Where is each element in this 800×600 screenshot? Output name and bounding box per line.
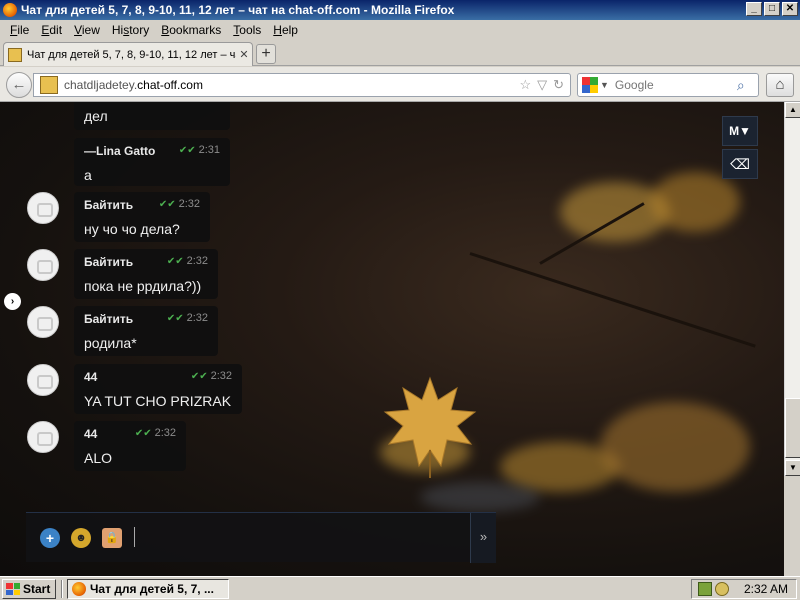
url-dropdown-icon[interactable]: ▽: [537, 77, 547, 93]
private-message-button[interactable]: 🔒: [102, 528, 122, 548]
taskbar-separator: [61, 580, 63, 598]
scroll-thumb[interactable]: [785, 398, 800, 458]
user-avatar[interactable]: [27, 249, 59, 281]
message-time: ✔✔ 2:32: [166, 255, 208, 267]
message-time: ✔✔ 2:32: [190, 370, 232, 382]
minimize-button[interactable]: _: [746, 2, 762, 16]
google-engine-icon[interactable]: [582, 77, 598, 93]
message-text: пока не ррдила?)): [84, 278, 202, 294]
sidebar-toggle-button[interactable]: ›: [4, 293, 21, 310]
page-content: дел —Lina Gatto ✔✔ 2:31 а Байтить ✔✔ 2:32 …: [0, 102, 784, 576]
menu-help[interactable]: Help: [267, 23, 304, 37]
tab-title: Чат для детей 5, 7, 8, 9-10, 11, 12 лет …: [27, 48, 236, 61]
message-text: а: [84, 167, 92, 183]
site-identity-icon[interactable]: [40, 76, 58, 94]
scrollbar-corner: [784, 476, 800, 576]
browser-tab[interactable]: Чат для детей 5, 7, 8, 9-10, 11, 12 лет …: [3, 42, 253, 66]
font-menu-button[interactable]: M▼: [722, 116, 758, 146]
background-bokeh: [420, 482, 540, 512]
engine-dropdown-icon[interactable]: ▼: [600, 80, 609, 90]
menu-edit[interactable]: Edit: [35, 23, 68, 37]
message-bubble: дел: [74, 102, 230, 130]
read-check-icon: ✔✔: [166, 256, 184, 267]
reload-icon[interactable]: ↻: [553, 77, 564, 93]
message-time: ✔✔ 2:31: [178, 144, 220, 156]
background-bokeh: [600, 402, 750, 492]
add-attachment-button[interactable]: +: [40, 528, 60, 548]
url-text[interactable]: chatdljadetey.chat-off.com: [64, 78, 519, 92]
url-bar[interactable]: chatdljadetey.chat-off.com ☆ ▽ ↻: [33, 73, 571, 97]
scroll-up-button[interactable]: ▲: [785, 102, 800, 118]
close-button[interactable]: ✕: [782, 2, 798, 16]
tab-close-icon[interactable]: ✕: [236, 48, 252, 61]
clear-chat-button[interactable]: ⌫: [722, 149, 758, 179]
clock[interactable]: 2:32 AM: [744, 582, 788, 596]
start-label: Start: [23, 582, 51, 596]
start-button[interactable]: Start: [2, 579, 56, 599]
search-bar[interactable]: ▼ ⌕: [577, 73, 759, 97]
firefox-icon: [3, 3, 17, 17]
send-button[interactable]: »: [470, 513, 496, 563]
message-time: ✔✔ 2:32: [166, 312, 208, 324]
message-input[interactable]: [134, 527, 135, 547]
windows-taskbar: Start Чат для детей 5, 7, ... 2:32 AM: [0, 576, 800, 600]
chat-message-list[interactable]: дел —Lina Gatto ✔✔ 2:31 а Байтить ✔✔ 2:32 …: [0, 102, 300, 512]
message-composer[interactable]: + ☻ 🔒 »: [26, 512, 496, 563]
user-avatar[interactable]: [27, 364, 59, 396]
background-bokeh: [650, 172, 740, 232]
message-text: YA TUT CHO PRIZRAK: [84, 393, 232, 409]
scroll-down-button[interactable]: ▼: [785, 460, 800, 476]
search-input[interactable]: [614, 78, 735, 92]
new-tab-button[interactable]: +: [256, 44, 276, 64]
taskbar-window-label: Чат для детей 5, 7, ...: [90, 582, 214, 596]
user-avatar[interactable]: [27, 306, 59, 338]
window-title-bar[interactable]: Чат для детей 5, 7, 8, 9-10, 11, 12 лет …: [0, 0, 800, 20]
system-tray: 2:32 AM: [691, 579, 797, 599]
message-time: ✔✔ 2:32: [158, 198, 200, 210]
network-icon[interactable]: [698, 582, 712, 596]
user-avatar[interactable]: [27, 421, 59, 453]
message-bubble: 44 ✔✔ 2:32 ALO: [74, 421, 186, 471]
message-bubble: —Lina Gatto ✔✔ 2:31 а: [74, 138, 230, 186]
read-check-icon: ✔✔: [134, 428, 152, 439]
windows-logo-icon: [6, 583, 20, 595]
maple-leaf-image: [383, 376, 477, 478]
message-text: родила*: [84, 335, 137, 351]
back-button[interactable]: ←: [6, 72, 32, 98]
tree-branch: [469, 252, 756, 348]
search-go-icon[interactable]: ⌕: [737, 77, 745, 94]
maximize-button[interactable]: □: [764, 2, 780, 16]
home-button[interactable]: ⌂: [766, 73, 794, 97]
read-check-icon: ✔✔: [158, 199, 176, 210]
message-text: дел: [84, 108, 108, 124]
read-check-icon: ✔✔: [166, 313, 184, 324]
site-favicon-icon: [8, 47, 22, 62]
read-check-icon: ✔✔: [178, 145, 196, 156]
emoji-button[interactable]: ☻: [71, 528, 91, 548]
user-avatar[interactable]: [27, 192, 59, 224]
menu-view[interactable]: View: [68, 23, 106, 37]
message-bubble: Байтить ✔✔ 2:32 ну чо чо дела?: [74, 192, 210, 242]
menu-file[interactable]: File: [4, 23, 35, 37]
volume-icon[interactable]: [715, 582, 729, 596]
bookmark-star-icon[interactable]: ☆: [519, 77, 531, 93]
message-bubble: Байтить ✔✔ 2:32 родила*: [74, 306, 218, 356]
message-text: ALO: [84, 450, 113, 466]
window-controls: _ □ ✕: [746, 2, 798, 16]
menu-tools[interactable]: Tools: [227, 23, 267, 37]
menu-bookmarks[interactable]: Bookmarks: [155, 23, 227, 37]
message-text: ну чо чо дела?: [84, 221, 180, 237]
menu-bar: File Edit View History Bookmarks Tools H…: [0, 20, 800, 39]
window-title: Чат для детей 5, 7, 8, 9-10, 11, 12 лет …: [21, 3, 455, 17]
navigation-bar: ← chatdljadetey.chat-off.com ☆ ▽ ↻ ▼ ⌕ ⌂: [0, 67, 800, 102]
message-bubble: Байтить ✔✔ 2:32 пока не ррдила?)): [74, 249, 218, 299]
tab-strip: Чат для детей 5, 7, 8, 9-10, 11, 12 лет …: [0, 39, 800, 66]
read-check-icon: ✔✔: [190, 371, 208, 382]
vertical-scrollbar[interactable]: ▲ ▼: [784, 102, 800, 476]
message-time: ✔✔ 2:32: [134, 427, 176, 439]
taskbar-firefox-button[interactable]: Чат для детей 5, 7, ...: [67, 579, 229, 599]
menu-history[interactable]: History: [106, 23, 155, 37]
message-bubble: 44 ✔✔ 2:32 YA TUT CHO PRIZRAK: [74, 364, 242, 414]
firefox-icon: [72, 582, 86, 596]
